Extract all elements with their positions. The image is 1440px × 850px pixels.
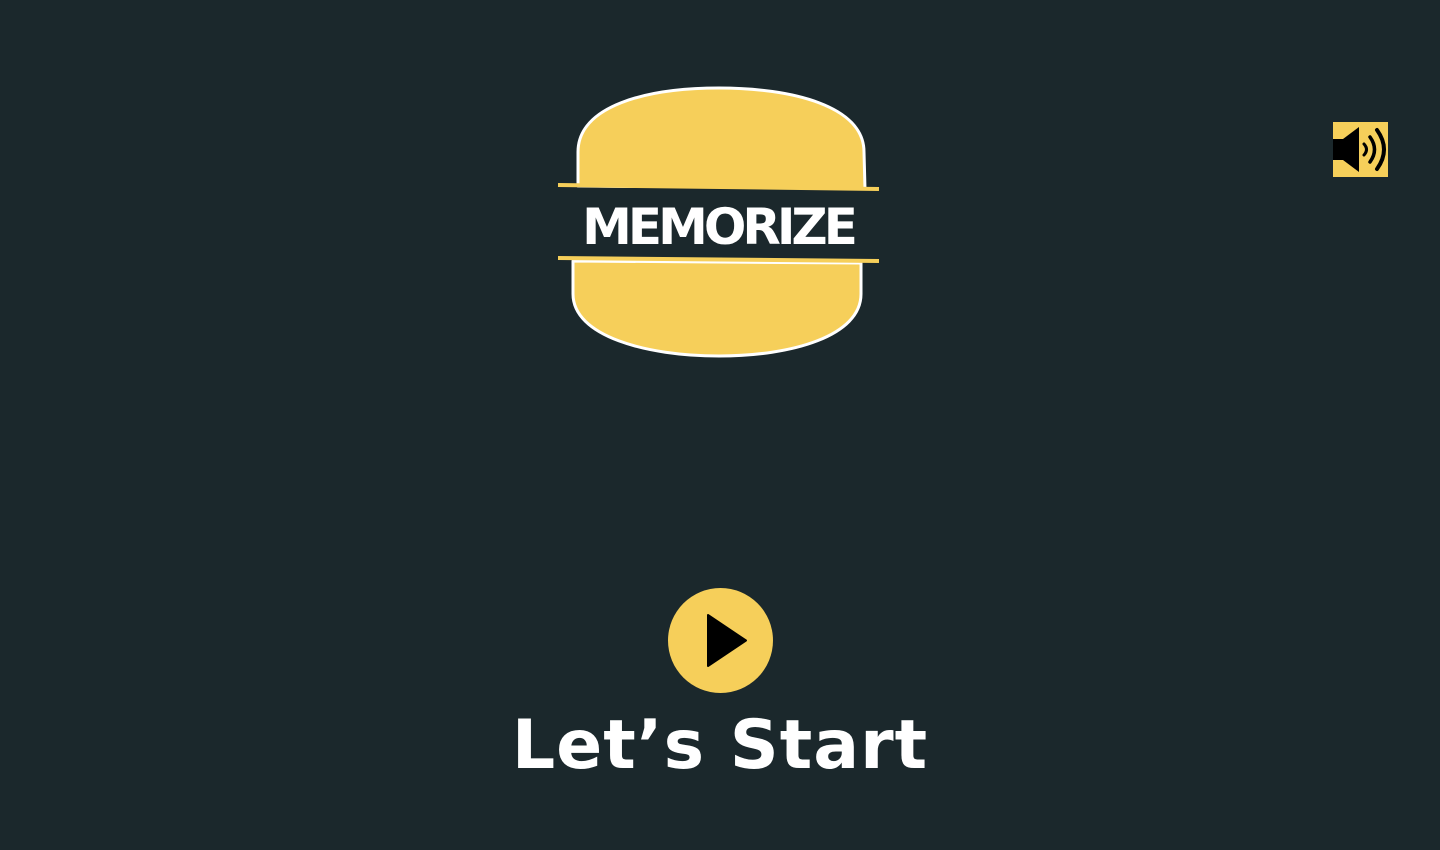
speaker-volume-icon <box>1333 127 1386 172</box>
sound-toggle-button[interactable] <box>1333 122 1388 177</box>
start-screen: MEMORIZE Let’s Start <box>0 0 1440 850</box>
logo-title: MEMORIZE <box>582 198 855 256</box>
memorize-logo: MEMORIZE <box>556 86 882 360</box>
start-label[interactable]: Let’s Start <box>0 704 1440 788</box>
play-button[interactable] <box>668 588 773 693</box>
play-triangle-icon <box>707 614 747 667</box>
